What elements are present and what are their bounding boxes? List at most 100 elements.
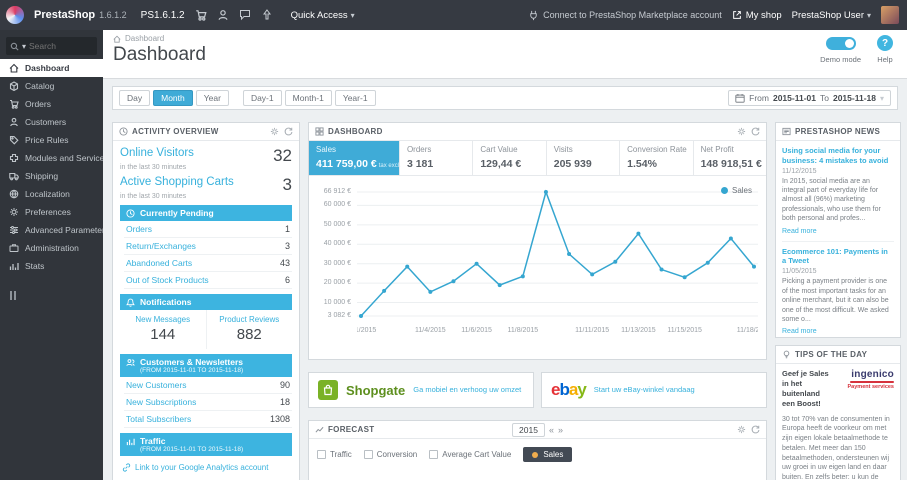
panel-title: TIPS OF THE DAY xyxy=(795,350,868,359)
panel-settings-icon[interactable] xyxy=(737,425,746,434)
filter-day-button[interactable]: Day xyxy=(119,90,151,106)
search-icon xyxy=(10,42,19,51)
ebay-promo[interactable]: ebay Start uw eBay-winkel vandaag xyxy=(541,372,767,408)
sidebar-item-customers[interactable]: Customers xyxy=(0,113,103,131)
cart-notifications-icon[interactable] xyxy=(195,9,207,21)
from-label: From xyxy=(749,93,769,103)
kpi-sales[interactable]: Sales 411 759,00 € tax excl. xyxy=(309,141,401,175)
product-reviews-stat[interactable]: Product Reviews 882 xyxy=(205,310,293,349)
prestashop-logo-icon[interactable] xyxy=(6,6,24,24)
my-shop-link[interactable]: My shop xyxy=(732,10,782,21)
read-more-link[interactable]: Read more xyxy=(782,328,817,335)
marketplace-link[interactable]: Connect to PrestaShop Marketplace accoun… xyxy=(528,10,722,21)
date-filter-bar: Day Month Year Day-1 Month-1 Year-1 From… xyxy=(112,86,898,110)
sidebar-item-price-rules[interactable]: Price Rules xyxy=(0,131,103,149)
filter-year-1-button[interactable]: Year-1 xyxy=(334,90,376,106)
new-subscriptions-row[interactable]: New Subscriptions 18 xyxy=(124,394,292,411)
sidebar-item-administration[interactable]: Administration xyxy=(0,239,103,257)
pending-returns-row[interactable]: Return/Exchanges 3 xyxy=(124,238,292,255)
sidebar-item-modules[interactable]: Modules and Services xyxy=(0,149,103,167)
kpi-conversion-rate[interactable]: Conversion Rate 1.54% xyxy=(620,141,694,175)
messages-notifications-icon[interactable] xyxy=(239,9,251,21)
filter-month-1-button[interactable]: Month-1 xyxy=(284,90,332,106)
panel-refresh-icon[interactable] xyxy=(284,127,293,136)
kpi-net-profit[interactable]: Net Profit 148 918,51 € xyxy=(694,141,766,175)
sidebar-item-preferences[interactable]: Preferences xyxy=(0,203,103,221)
customers-notifications-icon[interactable] xyxy=(217,9,229,21)
home-icon xyxy=(113,35,121,43)
sidebar-item-stats[interactable]: Stats xyxy=(0,257,103,275)
demo-mode-label: Demo mode xyxy=(820,55,861,64)
globe-icon xyxy=(8,189,19,199)
google-analytics-link[interactable]: Link to your Google Analytics account xyxy=(120,456,292,479)
collapse-sidebar-icon[interactable] xyxy=(10,291,103,300)
forecast-avg-cart-toggle[interactable]: Average Cart Value xyxy=(429,450,511,459)
ebay-logo: ebay xyxy=(551,380,587,400)
forecast-sales-toggle[interactable]: Sales xyxy=(523,447,573,462)
ebay-link[interactable]: Start uw eBay-winkel vandaag xyxy=(594,385,695,395)
date-range-picker[interactable]: From 2015-11-01 To 2015-11-18 ▾ xyxy=(728,90,891,106)
chart-legend[interactable]: Sales xyxy=(720,186,752,195)
sidebar-item-localization[interactable]: Localization xyxy=(0,185,103,203)
shopgate-promo[interactable]: Shopgate Ga mobiel en verhoog uw omzet xyxy=(308,372,534,408)
panel-settings-icon[interactable] xyxy=(737,127,746,136)
news-title-link[interactable]: Ecommerce 101: Payments in a Tweet xyxy=(782,247,894,267)
user-menu[interactable]: PrestaShop User ▾ xyxy=(792,10,871,21)
panel-settings-icon[interactable] xyxy=(270,127,279,136)
total-subscribers-row[interactable]: Total Subscribers 1308 xyxy=(124,411,292,428)
filter-year-button[interactable]: Year xyxy=(195,90,229,106)
forecast-legend: Traffic Conversion Average Cart Value Sa… xyxy=(309,439,766,470)
read-more-link[interactable]: Read more xyxy=(782,228,817,235)
out-of-stock-row[interactable]: Out of Stock Products 6 xyxy=(124,272,292,289)
new-messages-stat[interactable]: New Messages 144 xyxy=(120,310,206,349)
news-date: 11/12/2015 xyxy=(782,167,817,175)
active-carts-link[interactable]: Active Shopping Carts xyxy=(120,176,234,188)
page-header: Dashboard Dashboard Demo mode ? Help xyxy=(103,30,907,79)
demo-mode-toggle[interactable] xyxy=(825,37,856,50)
lightbulb-icon xyxy=(783,350,790,359)
sidebar-item-dashboard[interactable]: Dashboard xyxy=(0,59,103,77)
clock-icon xyxy=(119,127,128,136)
breadcrumb[interactable]: Dashboard xyxy=(113,34,897,43)
newspaper-icon xyxy=(782,127,791,136)
panel-refresh-icon[interactable] xyxy=(751,127,760,136)
kpi-orders[interactable]: Orders 3 181 xyxy=(400,141,474,175)
help-label: Help xyxy=(877,55,893,64)
help-icon[interactable]: ? xyxy=(877,35,893,51)
sidebar-item-shipping[interactable]: Shipping xyxy=(0,167,103,185)
online-visitors-link[interactable]: Online Visitors xyxy=(120,147,194,159)
demo-mode-control: Demo mode xyxy=(820,34,861,65)
sidebar-item-label: Preferences xyxy=(25,207,71,217)
filter-day-1-button[interactable]: Day-1 xyxy=(242,90,282,106)
abandoned-carts-row[interactable]: Abandoned Carts 43 xyxy=(124,255,292,272)
forecast-traffic-toggle[interactable]: Traffic xyxy=(317,450,352,459)
panel-refresh-icon[interactable] xyxy=(751,425,760,434)
filter-month-button[interactable]: Month xyxy=(153,90,193,106)
search-input[interactable] xyxy=(29,41,78,51)
sidebar-search[interactable]: ▾ xyxy=(6,37,97,55)
forecast-year-select[interactable]: 2015 xyxy=(512,422,545,437)
kpi-row: Sales 411 759,00 € tax excl. Orders 3 181… xyxy=(309,141,766,176)
user-avatar[interactable] xyxy=(881,6,899,24)
quick-access-menu[interactable]: Quick Access ▾ xyxy=(291,10,355,21)
kpi-cart-value[interactable]: Cart Value 129,44 € xyxy=(473,141,547,175)
kpi-visits[interactable]: Visits 205 939 xyxy=(547,141,621,175)
rocket-icon[interactable] xyxy=(261,9,273,21)
news-title-link[interactable]: Using social media for your business: 4 … xyxy=(782,146,894,166)
pending-orders-row[interactable]: Orders 1 xyxy=(124,221,292,238)
forecast-panel: FORECAST 2015 « » Traffic Conversion Ave… xyxy=(308,420,767,480)
sidebar-item-orders[interactable]: Orders xyxy=(0,95,103,113)
sidebar-item-label: Catalog xyxy=(25,81,55,91)
sidebar-item-advanced-parameters[interactable]: Advanced Parameters xyxy=(0,221,103,239)
next-year-button[interactable]: » xyxy=(558,425,563,435)
sidebar-item-catalog[interactable]: Catalog xyxy=(0,77,103,95)
y-axis-tick: 50 000 € xyxy=(323,220,351,228)
new-customers-row[interactable]: New Customers 90 xyxy=(124,377,292,394)
chart-plot-area xyxy=(357,184,758,324)
shopgate-link[interactable]: Ga mobiel en verhoog uw omzet xyxy=(413,385,521,395)
sidebar-item-label: Dashboard xyxy=(25,63,70,73)
news-date: 11/05/2015 xyxy=(782,268,817,276)
forecast-conversion-toggle[interactable]: Conversion xyxy=(363,450,417,459)
caret-down-icon: ▾ xyxy=(879,93,884,103)
previous-year-button[interactable]: « xyxy=(549,425,554,435)
